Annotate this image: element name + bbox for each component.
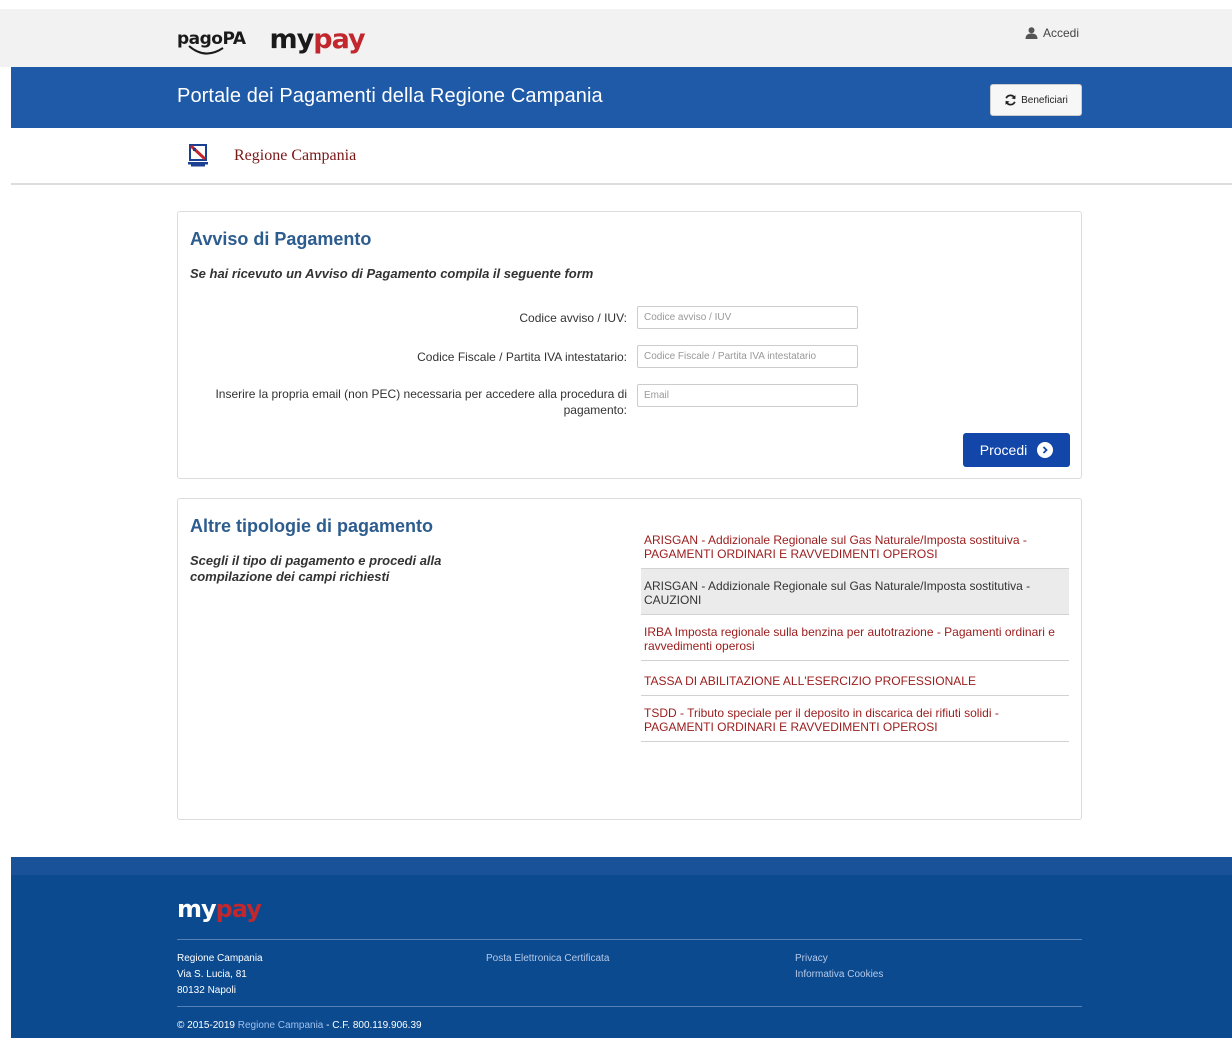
email-label: Inserire la propria email (non PEC) nece… [215, 387, 627, 417]
login-label: Accedi [1043, 26, 1080, 40]
email-input[interactable] [637, 384, 858, 407]
beneficiari-button[interactable]: Beneficiari [990, 84, 1082, 116]
user-icon [1025, 27, 1038, 39]
fiscal-code-input[interactable] [637, 345, 858, 368]
payment-type-list: ARISGAN - Addizionale Regionale sul Gas … [641, 523, 1069, 742]
chevron-right-icon [1037, 442, 1054, 458]
payment-type-item[interactable]: ARISGAN - Addizionale Regionale sul Gas … [641, 569, 1069, 615]
copyright-suffix: - C.F. 800.119.906.39 [323, 1020, 422, 1031]
copyright-prefix: © 2015-2019 [177, 1020, 238, 1031]
footer: mypay Regione Campania Via S. Lucia, 81 … [11, 857, 1232, 1038]
footer-pec-column: Posta Elettronica Certificata [486, 951, 609, 967]
footer-mypay-logo: mypay [177, 895, 262, 923]
brand-logos: pagoPA mypay [177, 19, 366, 59]
altre-tipologie-panel: Altre tipologie di pagamento Scegli il t… [177, 498, 1082, 820]
copyright: © 2015-2019 Regione Campania - C.F. 800.… [177, 1020, 422, 1031]
altre-title: Altre tipologie di pagamento [190, 516, 434, 536]
iuv-input[interactable] [637, 306, 858, 329]
footer-divider [177, 1006, 1082, 1007]
pagopa-logo[interactable]: pagoPA [177, 29, 246, 55]
refresh-icon [1005, 94, 1016, 106]
footer-logo-pay: pay [215, 895, 262, 923]
footer-address: Regione Campania Via S. Lucia, 81 80132 … [177, 951, 263, 999]
procedi-button[interactable]: Procedi [963, 433, 1070, 467]
avviso-subtitle: Se hai ricevuto un Avviso di Pagamento c… [190, 266, 594, 281]
payment-type-item[interactable]: IRBA Imposta regionale sulla benzina per… [641, 615, 1069, 661]
privacy-link[interactable]: Privacy [795, 953, 828, 964]
footer-logo-my: my [177, 895, 217, 923]
procedi-label: Procedi [979, 442, 1028, 458]
mypay-logo-pay: pay [313, 23, 365, 55]
region-name[interactable]: Regione Campania [234, 147, 356, 165]
altre-subtitle: Scegli il tipo di pagamento e procedi al… [190, 553, 442, 584]
mypay-logo-my: my [269, 23, 315, 55]
mypay-logo[interactable]: mypay [269, 23, 366, 55]
fiscal-code-label: Codice Fiscale / Partita IVA intestatari… [417, 350, 627, 364]
footer-address-line: Regione Campania [177, 953, 263, 964]
payment-type-item[interactable]: TASSA DI ABILITAZIONE ALL'ESERCIZIO PROF… [641, 661, 1069, 696]
region-crest-icon [188, 144, 208, 167]
footer-legal-column: Privacy Informativa Cookies [795, 951, 883, 983]
iuv-label: Codice avviso / IUV: [519, 311, 627, 325]
portal-banner: Portale dei Pagamenti della Regione Camp… [11, 67, 1232, 128]
login-link[interactable]: Accedi [1025, 24, 1079, 42]
top-bar: pagoPA mypay Accedi [0, 9, 1232, 67]
region-row: Regione Campania [11, 128, 1232, 185]
avviso-panel: Avviso di Pagamento Se hai ricevuto un A… [177, 211, 1082, 479]
page: pagoPA mypay Accedi Portale dei Pagament… [0, 0, 1232, 1038]
avviso-title: Avviso di Pagamento [190, 229, 372, 249]
pagopa-swoosh-icon [188, 45, 224, 55]
cookies-link[interactable]: Informativa Cookies [795, 969, 883, 980]
pec-link[interactable]: Posta Elettronica Certificata [486, 953, 609, 964]
beneficiari-label: Beneficiari [1021, 94, 1068, 106]
payment-type-item[interactable]: ARISGAN - Addizionale Regionale sul Gas … [641, 523, 1069, 569]
footer-address-line: 80132 Napoli [177, 985, 236, 996]
portal-title: Portale dei Pagamenti della Regione Camp… [177, 85, 603, 107]
copyright-region-link[interactable]: Regione Campania [238, 1020, 324, 1031]
payment-type-item[interactable]: TSDD - Tributo speciale per il deposito … [641, 696, 1069, 742]
footer-divider [177, 939, 1082, 940]
footer-top-strip [11, 857, 1232, 875]
footer-address-line: Via S. Lucia, 81 [177, 969, 247, 980]
